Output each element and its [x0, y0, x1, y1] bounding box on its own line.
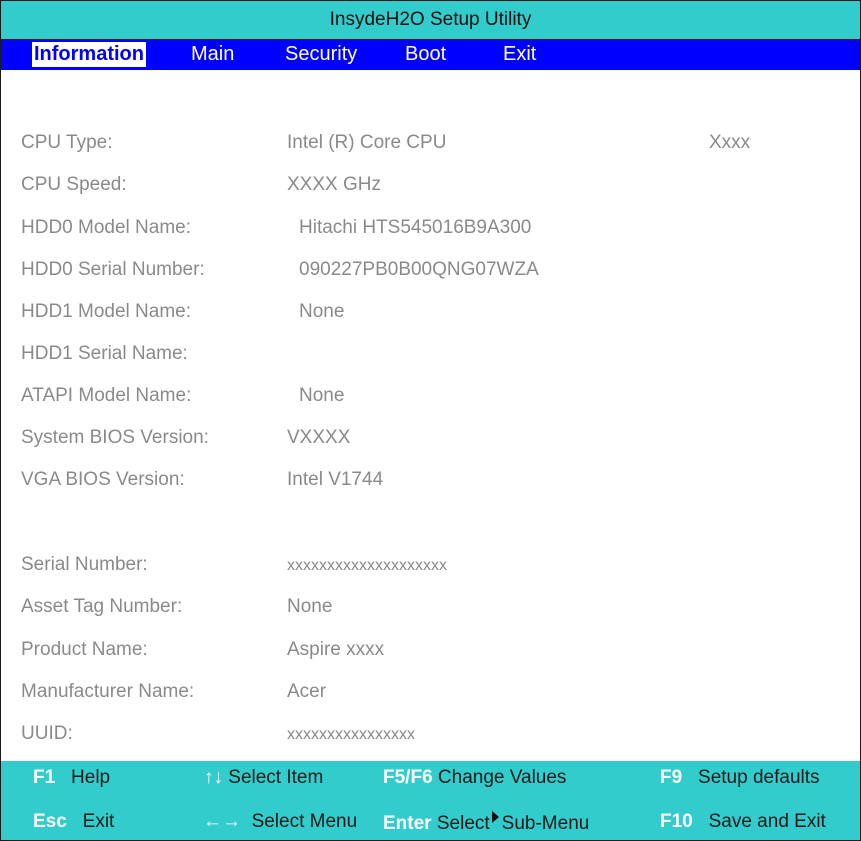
help-hint: F1 Help [33, 767, 110, 789]
hdd0-model-value: Hitachi HTS545016B9A300 [299, 217, 532, 238]
cpu-speed-label: CPU Speed: [21, 174, 127, 195]
cpu-speed-value: XXXX GHz [287, 174, 381, 195]
atapi-model-label: ATAPI Model Name: [21, 385, 192, 406]
manufacturer-value: Acer [287, 681, 327, 702]
app-title: InsydeH2O Setup Utility [329, 9, 532, 30]
up-down-arrows-icon: ↑↓ [204, 767, 223, 788]
hdd1-model-value: None [299, 301, 345, 322]
select-menu-hint: ←→ Select Menu [203, 811, 357, 833]
save-exit-text: Save and Exit [708, 811, 826, 832]
select-item-text: Select Item [228, 767, 324, 788]
hdd1-model-label: HDD1 Model Name: [21, 301, 191, 322]
left-right-arrows-icon: ←→ [203, 811, 241, 832]
enter-key: Enter [383, 813, 432, 834]
exit-hint: Esc Exit [33, 811, 114, 833]
uuid-label: UUID: [21, 723, 73, 744]
menu-main[interactable]: Main [191, 42, 234, 67]
select-text: Select [436, 813, 490, 834]
asset-tag-value: None [287, 596, 333, 617]
menu-information[interactable]: Information [32, 42, 146, 67]
menu-boot[interactable]: Boot [405, 42, 446, 67]
f5-f6-key: F5/F6 [383, 767, 433, 788]
select-menu-text: Select Menu [251, 811, 358, 832]
help-footer: F1 Help ↑↓ Select Item F5/F6 Change Valu… [1, 761, 860, 840]
f1-key: F1 [33, 767, 56, 788]
information-panel: CPU Type: Intel (R) Core CPU Xxxx CPU Sp… [1, 70, 860, 748]
manufacturer-label: Manufacturer Name: [21, 681, 195, 702]
hdd1-serial-label: HDD1 Serial Name: [21, 343, 188, 364]
sub-menu-text: Sub-Menu [501, 813, 590, 834]
save-exit-hint: F10 Save and Exit [660, 811, 826, 833]
exit-text: Exit [82, 811, 115, 832]
title-bar: InsydeH2O Setup Utility [1, 1, 860, 40]
setup-defaults-hint: F9 Setup defaults [660, 767, 820, 789]
system-bios-value: VXXXX [287, 427, 351, 448]
menu-exit[interactable]: Exit [503, 42, 536, 67]
vga-bios-value: Intel V1744 [287, 469, 384, 490]
atapi-model-value: None [299, 385, 345, 406]
triangle-right-icon [491, 811, 499, 823]
help-text: Help [71, 767, 111, 788]
change-values-text: Change Values [437, 767, 567, 788]
hdd0-model-label: HDD0 Model Name: [21, 217, 191, 238]
f10-key: F10 [660, 811, 693, 832]
f9-key: F9 [660, 767, 683, 788]
esc-key: Esc [33, 811, 67, 832]
hdd0-serial-value: 090227PB0B00QNG07WZA [299, 259, 539, 280]
serial-number-value: xxxxxxxxxxxxxxxxxxxx [287, 557, 447, 574]
menu-security[interactable]: Security [285, 42, 357, 67]
cpu-type-value: Intel (R) Core CPU [287, 132, 447, 153]
menu-bar: Information Main Security Boot Exit [1, 40, 860, 70]
cpu-type-label: CPU Type: [21, 132, 113, 153]
product-name-value: Aspire xxxx [287, 639, 385, 660]
product-name-label: Product Name: [21, 639, 148, 660]
serial-number-label: Serial Number: [21, 554, 148, 575]
asset-tag-label: Asset Tag Number: [21, 596, 183, 617]
change-values-hint: F5/F6 Change Values [383, 767, 566, 789]
setup-defaults-text: Setup defaults [698, 767, 820, 788]
uuid-value: xxxxxxxxxxxxxxxx [287, 726, 415, 743]
system-bios-label: System BIOS Version: [21, 427, 209, 448]
sub-menu-hint: Enter Select Sub-Menu [383, 811, 589, 835]
vga-bios-label: VGA BIOS Version: [21, 469, 185, 490]
bios-window: InsydeH2O Setup Utility Information Main… [0, 0, 861, 841]
cpu-type-extra: Xxxx [709, 132, 751, 153]
hdd0-serial-label: HDD0 Serial Number: [21, 259, 205, 280]
select-item-hint: ↑↓ Select Item [204, 767, 323, 789]
